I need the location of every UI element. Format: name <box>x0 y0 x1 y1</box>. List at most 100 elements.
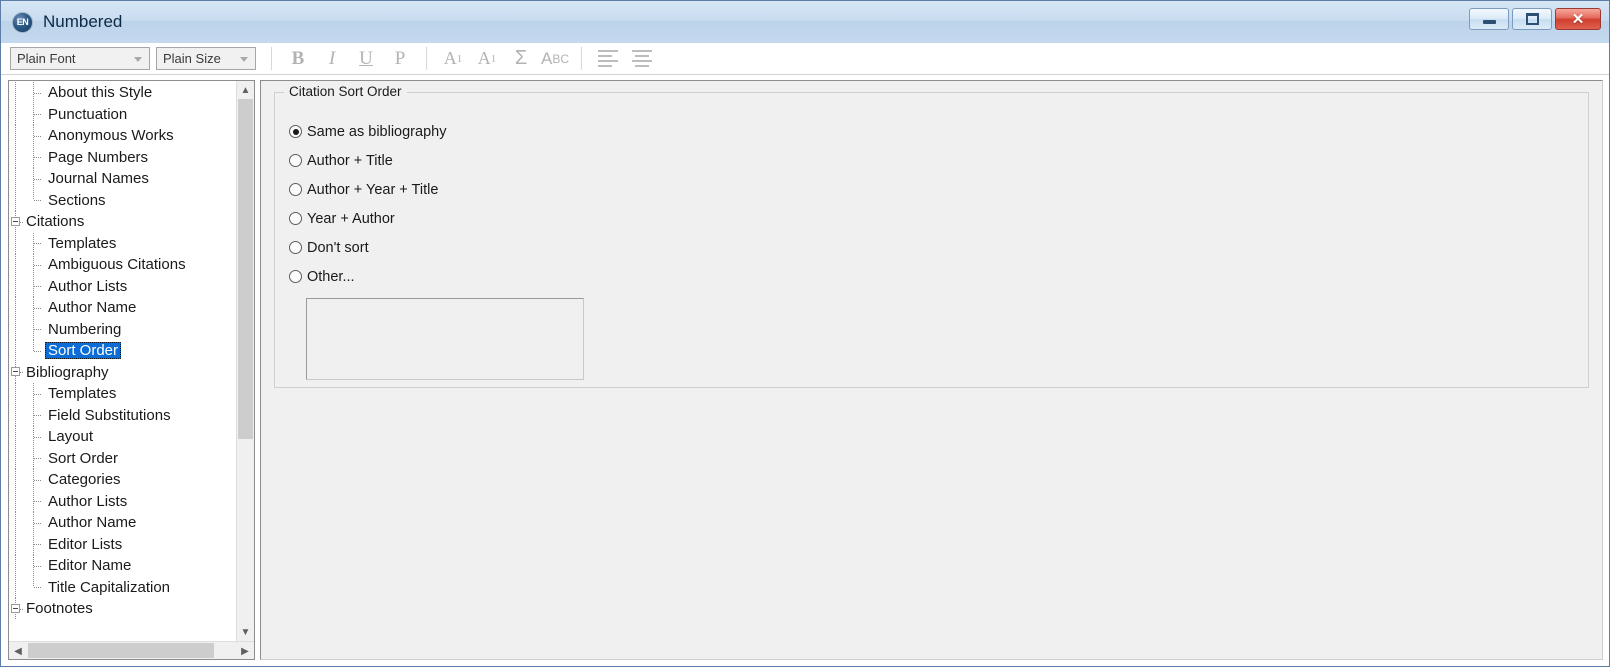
tree-line <box>15 533 16 555</box>
tree-item-author-name[interactable]: Author Name <box>9 512 236 534</box>
tree-line <box>15 297 16 319</box>
tree-item-categories[interactable]: Categories <box>9 469 236 491</box>
chevron-up-icon[interactable]: ▲ <box>237 81 254 99</box>
tree-item-label: Page Numbers <box>48 148 149 166</box>
tree-line <box>15 447 16 469</box>
restore-button[interactable] <box>1512 8 1552 30</box>
chevron-down-icon <box>240 56 248 62</box>
tree-line <box>34 264 41 266</box>
tree-gutter <box>9 254 45 276</box>
tree-item-label: Journal Names <box>48 170 149 188</box>
size-dropdown[interactable]: Plain Size <box>156 47 256 70</box>
tree-gutter <box>9 512 45 534</box>
chevron-left-icon[interactable]: ◀ <box>9 642 27 659</box>
tree-line <box>34 458 41 460</box>
tree-line <box>34 350 41 352</box>
smallcaps-button[interactable]: A BC <box>538 45 572 73</box>
tree-item-layout[interactable]: Layout <box>9 426 236 448</box>
tree-item-field-substitutions[interactable]: Field Substitutions <box>9 404 236 426</box>
tree-item-label: Editor Lists <box>48 535 123 553</box>
plain-button[interactable]: P <box>383 45 417 73</box>
vertical-scroll-thumb[interactable] <box>238 99 253 439</box>
bold-button[interactable]: B <box>281 45 315 73</box>
title-bar: EN Numbered ✕ <box>1 1 1609 43</box>
tree-line <box>34 393 41 395</box>
tree-item-label: Ambiguous Citations <box>48 256 186 274</box>
smallcaps-base: A <box>540 48 553 68</box>
radio-other[interactable]: Other... <box>289 262 1588 291</box>
collapse-icon[interactable] <box>11 216 20 226</box>
radio-indicator[interactable] <box>289 270 302 283</box>
radio-label: Other... <box>307 268 355 285</box>
window-title: Numbered <box>43 12 123 31</box>
tree-line <box>15 404 16 426</box>
tree-item-label: Citations <box>26 213 85 231</box>
radio-author-year-title[interactable]: Author + Year + Title <box>289 175 1588 204</box>
horizontal-scroll-thumb[interactable] <box>28 643 214 658</box>
tree-line <box>15 340 16 362</box>
radio-don-t-sort[interactable]: Don't sort <box>289 233 1588 262</box>
tree-item-author-name[interactable]: Author Name <box>9 297 236 319</box>
minimize-icon <box>1482 20 1496 24</box>
tree-gutter <box>9 232 45 254</box>
tree-item-numbering[interactable]: Numbering <box>9 318 236 340</box>
chevron-down-icon[interactable]: ▼ <box>237 623 254 641</box>
radio-year-author[interactable]: Year + Author <box>289 204 1588 233</box>
tree-line <box>15 512 16 534</box>
toolbar-separator <box>581 47 582 70</box>
tree-item-sort-order[interactable]: Sort Order <box>9 447 236 469</box>
tree-item-label: Author Name <box>48 299 137 317</box>
tree-item-author-lists[interactable]: Author Lists <box>9 490 236 512</box>
font-dropdown[interactable]: Plain Font <box>10 47 150 70</box>
tree-item-citations[interactable]: Citations <box>9 211 236 233</box>
tree-item-templates[interactable]: Templates <box>9 232 236 254</box>
tree-item-footnotes[interactable]: Footnotes <box>9 598 236 620</box>
horizontal-scroll-track[interactable] <box>27 642 236 659</box>
tree-item-bibliography[interactable]: Bibliography <box>9 361 236 383</box>
radio-indicator[interactable] <box>289 183 302 196</box>
tree-horizontal-scrollbar[interactable]: ◀ ▶ <box>9 641 254 659</box>
tree-item-label: Author Name <box>48 514 137 532</box>
collapse-icon[interactable] <box>11 603 20 613</box>
tree-item-label: Punctuation <box>48 105 128 123</box>
tree-item-editor-lists[interactable]: Editor Lists <box>9 533 236 555</box>
collapse-icon[interactable] <box>11 367 20 377</box>
minimize-button[interactable] <box>1469 8 1509 30</box>
symbol-button[interactable]: Σ <box>504 45 538 73</box>
tree-item-author-lists[interactable]: Author Lists <box>9 275 236 297</box>
vertical-scroll-track[interactable] <box>237 99 254 623</box>
superscript-button[interactable]: A1 <box>436 45 470 73</box>
radio-indicator[interactable] <box>289 154 302 167</box>
tree-item-page-numbers[interactable]: Page Numbers <box>9 146 236 168</box>
align-left-button[interactable] <box>591 45 625 73</box>
tree-item-journal-names[interactable]: Journal Names <box>9 168 236 190</box>
italic-button[interactable]: I <box>315 45 349 73</box>
tree-scroll-viewport[interactable]: About this Style Punctuation Anonymous Wor… <box>9 81 236 641</box>
tree-item-label: Categories <box>48 471 121 489</box>
tree-vertical-scrollbar[interactable]: ▲ ▼ <box>236 81 254 641</box>
tree-item-sort-order[interactable]: Sort Order <box>9 340 236 362</box>
chevron-right-icon[interactable]: ▶ <box>236 642 254 659</box>
underline-button[interactable]: U <box>349 45 383 73</box>
radio-same-as-bibliography[interactable]: Same as bibliography <box>289 117 1588 146</box>
other-sort-textarea[interactable] <box>306 298 584 380</box>
tree-item-ambiguous-citations[interactable]: Ambiguous Citations <box>9 254 236 276</box>
close-button[interactable]: ✕ <box>1555 8 1601 30</box>
radio-indicator[interactable] <box>289 212 302 225</box>
radio-indicator[interactable] <box>289 125 302 138</box>
tree-line <box>34 415 41 417</box>
subscript-button[interactable]: A1 <box>470 45 504 73</box>
tree-item-anonymous-works[interactable]: Anonymous Works <box>9 125 236 147</box>
tree-gutter <box>9 598 24 620</box>
radio-author-title[interactable]: Author + Title <box>289 146 1588 175</box>
tree-line <box>34 243 41 245</box>
tree-item-about-this-style[interactable]: About this Style <box>9 82 236 104</box>
align-center-button[interactable] <box>625 45 659 73</box>
tree-line <box>15 189 16 211</box>
tree-item-title-capitalization[interactable]: Title Capitalization <box>9 576 236 598</box>
tree-item-templates[interactable]: Templates <box>9 383 236 405</box>
tree-item-editor-name[interactable]: Editor Name <box>9 555 236 577</box>
tree-item-punctuation[interactable]: Punctuation <box>9 103 236 125</box>
radio-indicator[interactable] <box>289 241 302 254</box>
tree-item-sections[interactable]: Sections <box>9 189 236 211</box>
